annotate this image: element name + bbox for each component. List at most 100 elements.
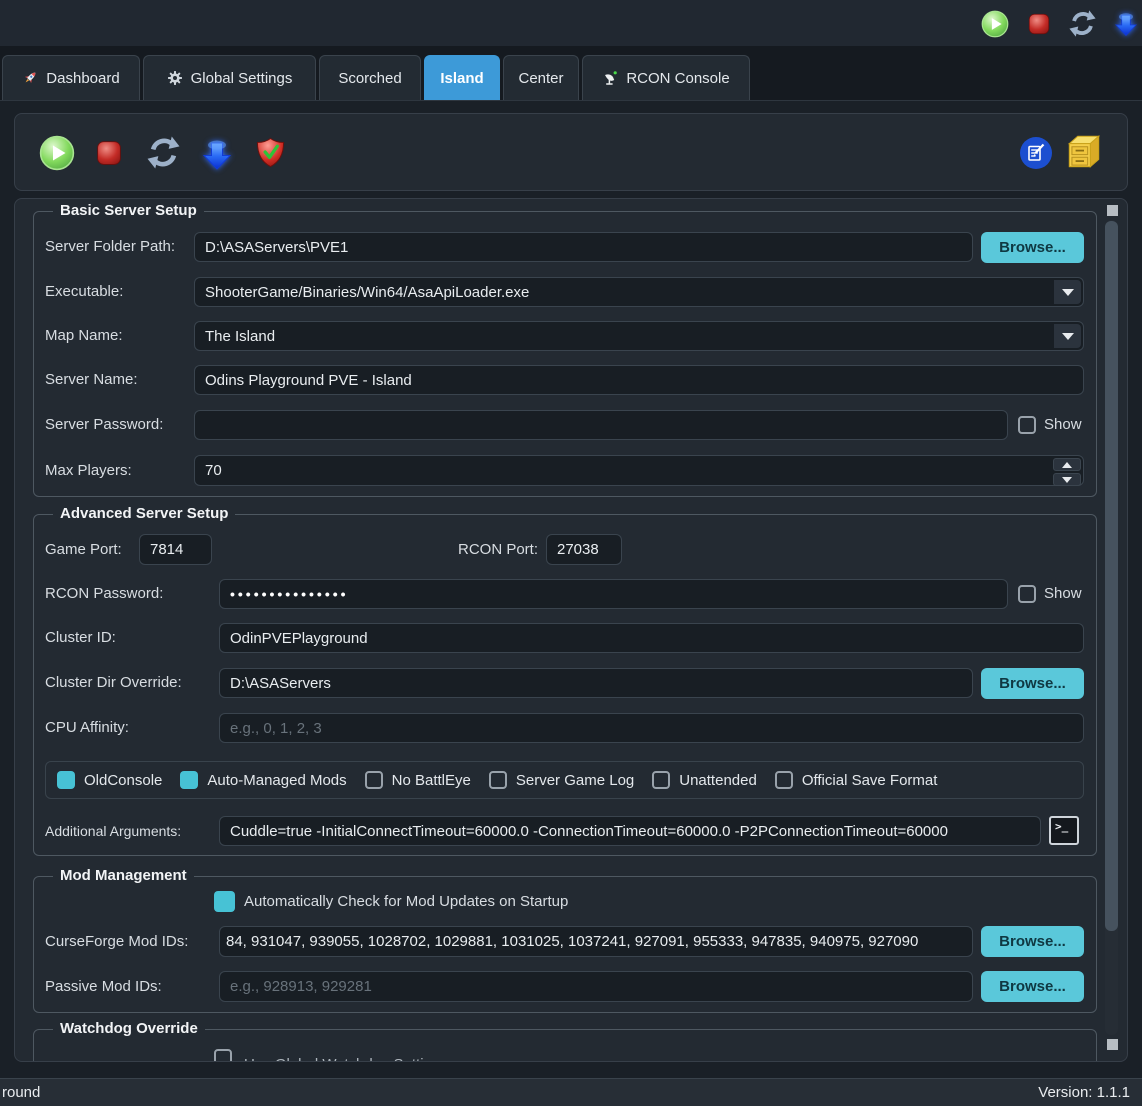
executable-value: ShooterGame/Binaries/Win64/AsaApiLoader.… <box>205 284 529 301</box>
additional-arguments-label: Additional Arguments: <box>45 816 181 846</box>
start-server-icon[interactable] <box>39 135 75 171</box>
cpu-affinity-label: CPU Affinity: <box>45 713 129 743</box>
tab-center[interactable]: Center <box>503 55 579 100</box>
browse-passive-mods-button[interactable]: Browse... <box>981 971 1084 1002</box>
executable-label: Executable: <box>45 277 123 307</box>
flag-no-battleye[interactable]: No BattlEye <box>365 771 471 789</box>
max-players-label: Max Players: <box>45 455 132 486</box>
flag-label: Unattended <box>679 772 757 789</box>
game-port-input[interactable] <box>139 534 212 565</box>
official-save-format-checkbox[interactable] <box>775 771 793 789</box>
oldconsole-checkbox[interactable] <box>57 771 75 789</box>
satellite-dish-icon <box>602 70 618 86</box>
game-port-label: Game Port: <box>45 534 122 565</box>
titlebar <box>0 0 1142 46</box>
tab-rcon-console[interactable]: RCON Console <box>582 55 750 100</box>
validate-shield-icon[interactable] <box>255 137 286 168</box>
tab-global-settings[interactable]: Global Settings <box>143 55 316 100</box>
auto-check-mod-updates-label: Automatically Check for Mod Updates on S… <box>244 890 568 914</box>
gear-icon <box>167 70 183 86</box>
tab-bar: Dashboard Global Settings Scorched Islan… <box>0 46 1142 101</box>
flag-label: Auto-Managed Mods <box>207 772 346 789</box>
terminal-icon[interactable]: >_ <box>1049 816 1079 845</box>
rcon-password-label: RCON Password: <box>45 579 163 609</box>
no-battleye-checkbox[interactable] <box>365 771 383 789</box>
passive-mod-ids-input[interactable] <box>219 971 973 1002</box>
curseforge-mod-ids-label: CurseForge Mod IDs: <box>45 926 188 957</box>
tab-label: Dashboard <box>46 70 119 87</box>
unattended-checkbox[interactable] <box>652 771 670 789</box>
scrollbar-thumb[interactable] <box>1105 221 1118 931</box>
status-left-text: round <box>2 1079 40 1106</box>
show-rcon-password-checkbox[interactable] <box>1018 585 1036 603</box>
chevron-down-icon[interactable] <box>1054 280 1081 304</box>
cluster-dir-override-label: Cluster Dir Override: <box>45 668 182 698</box>
flag-label: Server Game Log <box>516 772 634 789</box>
map-name-select[interactable]: The Island <box>194 321 1084 351</box>
auto-managed-mods-checkbox[interactable] <box>180 771 198 789</box>
scroll-top-button[interactable] <box>1107 205 1118 216</box>
tab-label: Island <box>440 70 483 87</box>
watchdog-override-label: Use Global Watchdog Settings <box>244 1055 448 1062</box>
cluster-id-input[interactable] <box>219 623 1084 653</box>
toolbar <box>14 113 1128 191</box>
additional-arguments-input[interactable] <box>219 816 1041 846</box>
refresh-icon[interactable] <box>1069 10 1096 37</box>
flag-label: No BattlEye <box>392 772 471 789</box>
show-server-password-checkbox[interactable] <box>1018 416 1036 434</box>
server-name-input[interactable] <box>194 365 1084 395</box>
tab-dashboard[interactable]: Dashboard <box>2 55 140 100</box>
browse-curseforge-mods-button[interactable]: Browse... <box>981 926 1084 957</box>
group-title: Watchdog Override <box>53 1021 205 1037</box>
group-title: Mod Management <box>53 868 194 884</box>
map-name-label: Map Name: <box>45 321 123 351</box>
server-config-panel: Basic Server Setup Server Folder Path: B… <box>14 198 1128 1062</box>
spinner-up-icon[interactable] <box>1053 458 1081 471</box>
rcon-password-input[interactable] <box>219 579 1008 609</box>
cluster-dir-override-input[interactable] <box>219 668 973 698</box>
flag-official-save-format[interactable]: Official Save Format <box>775 771 938 789</box>
flag-unattended[interactable]: Unattended <box>652 771 757 789</box>
flag-oldconsole[interactable]: OldConsole <box>57 771 162 789</box>
passive-mod-ids-label: Passive Mod IDs: <box>45 971 162 1002</box>
tab-island[interactable]: Island <box>424 55 500 100</box>
browse-server-folder-button[interactable]: Browse... <box>981 232 1084 263</box>
flag-label: OldConsole <box>84 772 162 789</box>
rocket-icon <box>22 70 38 86</box>
tab-label: RCON Console <box>626 70 729 87</box>
show-label: Show <box>1044 579 1082 609</box>
executable-select[interactable]: ShooterGame/Binaries/Win64/AsaApiLoader.… <box>194 277 1084 307</box>
tab-scorched[interactable]: Scorched <box>319 55 421 100</box>
server-log-icon[interactable] <box>1019 136 1053 170</box>
mod-archive-icon[interactable] <box>1063 133 1105 171</box>
chevron-down-icon[interactable] <box>1054 324 1081 348</box>
curseforge-mod-ids-input[interactable] <box>219 926 973 957</box>
flag-label: Official Save Format <box>802 772 938 789</box>
refresh-icon[interactable] <box>147 136 180 169</box>
max-players-input[interactable] <box>194 455 1084 486</box>
update-icon[interactable] <box>1112 9 1140 37</box>
stop-server-icon[interactable] <box>95 139 123 167</box>
tab-label: Global Settings <box>191 70 293 87</box>
start-server-icon[interactable] <box>981 10 1009 38</box>
server-password-input[interactable] <box>194 410 1008 440</box>
server-folder-path-label: Server Folder Path: <box>45 232 175 262</box>
rcon-port-label: RCON Port: <box>415 534 538 565</box>
server-game-log-checkbox[interactable] <box>489 771 507 789</box>
scroll-bottom-button[interactable] <box>1107 1039 1118 1050</box>
rcon-port-input[interactable] <box>546 534 622 565</box>
flag-server-game-log[interactable]: Server Game Log <box>489 771 634 789</box>
flag-auto-managed-mods[interactable]: Auto-Managed Mods <box>180 771 346 789</box>
spinner-down-icon[interactable] <box>1053 473 1081 486</box>
server-password-label: Server Password: <box>45 410 163 440</box>
server-folder-path-input[interactable] <box>194 232 973 262</box>
status-bar: round Version: 1.1.1 <box>0 1078 1142 1106</box>
update-mods-icon[interactable] <box>199 135 235 171</box>
server-flags-row: OldConsole Auto-Managed Mods No BattlEye… <box>45 761 1084 799</box>
cpu-affinity-input[interactable] <box>219 713 1084 743</box>
cluster-id-label: Cluster ID: <box>45 623 116 653</box>
auto-check-mod-updates-checkbox[interactable] <box>214 891 235 912</box>
stop-server-icon[interactable] <box>1027 12 1051 36</box>
browse-cluster-dir-button[interactable]: Browse... <box>981 668 1084 699</box>
watchdog-override-checkbox[interactable] <box>214 1049 232 1062</box>
